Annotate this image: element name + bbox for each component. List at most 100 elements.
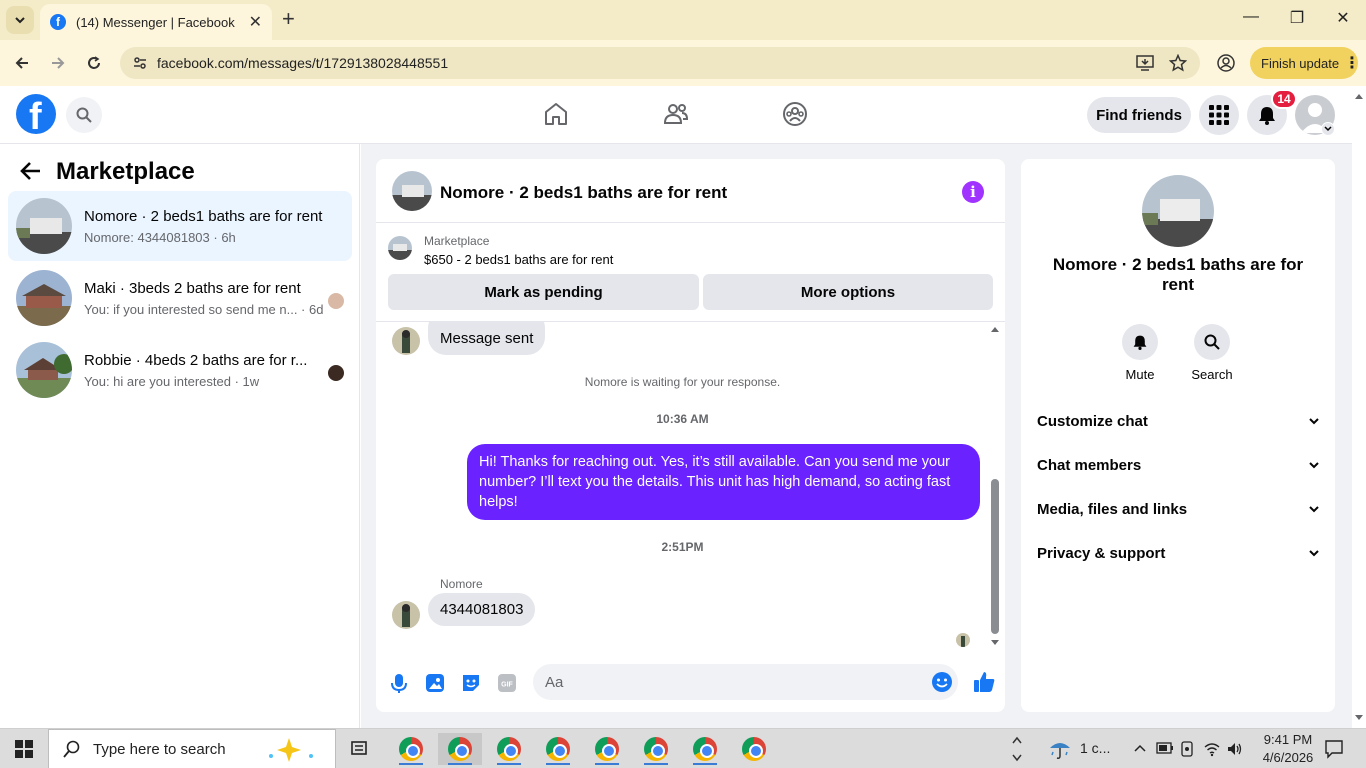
friends-icon: [663, 104, 689, 124]
taskbar-scroll-icon[interactable]: [1012, 735, 1022, 763]
restore-icon[interactable]: ❐: [1282, 8, 1312, 28]
find-friends-button[interactable]: Find friends: [1087, 97, 1191, 133]
groups-icon: [783, 102, 807, 126]
conversation-item[interactable]: Maki · 3beds 2 baths are for rent You: i…: [8, 263, 352, 333]
bookmark-star-icon[interactable]: [1169, 54, 1187, 72]
menu-button[interactable]: [1199, 95, 1239, 135]
chrome-taskbar-app[interactable]: [487, 733, 531, 765]
conversation-item[interactable]: Robbie · 4beds 2 baths are for r... You:…: [8, 335, 352, 405]
clock-date[interactable]: 4/6/2026: [1258, 750, 1318, 765]
media-files-section[interactable]: Media, files and links: [1037, 489, 1319, 529]
listing-banner: Marketplace $650 - 2 beds1 baths are for…: [376, 224, 1005, 322]
mark-as-pending-button[interactable]: Mark as pending: [388, 274, 699, 310]
chrome-taskbar-app[interactable]: [683, 733, 727, 765]
back-button[interactable]: [10, 51, 34, 75]
account-chevron[interactable]: [1321, 122, 1335, 136]
scrollbar-thumb[interactable]: [991, 479, 999, 634]
mute-button[interactable]: Mute: [1110, 324, 1170, 382]
timestamp: 2:51PM: [661, 540, 704, 554]
facebook-favicon-icon: f: [50, 14, 66, 30]
conversation-snippet: Nomore: 4344081803 · 6h: [84, 230, 236, 245]
chat-members-section[interactable]: Chat members: [1037, 445, 1319, 485]
site-settings-icon[interactable]: [132, 55, 148, 71]
address-bar[interactable]: facebook.com/messages/t/1729138028448551: [120, 47, 1200, 79]
chrome-icon: [595, 737, 619, 761]
battery-icon[interactable]: [1156, 742, 1174, 754]
device-icon[interactable]: [1180, 741, 1194, 757]
chrome-taskbar-app[interactable]: [634, 733, 678, 765]
message-input[interactable]: Aa: [533, 664, 958, 700]
chat-avatar[interactable]: [392, 171, 432, 211]
section-label: Chat members: [1037, 456, 1142, 474]
section-label: Privacy & support: [1037, 544, 1166, 562]
section-label: Customize chat: [1037, 412, 1148, 430]
customize-chat-section[interactable]: Customize chat: [1037, 401, 1319, 441]
tab-search-button[interactable]: [6, 6, 34, 34]
listing-thumbnail: [16, 270, 72, 326]
search-conversation-button[interactable]: Search: [1182, 324, 1242, 382]
conversation-name: Robbie · 4beds 2 baths are for r...: [84, 352, 308, 369]
finish-update-button[interactable]: Finish update ⋮: [1250, 47, 1360, 79]
nav-groups[interactable]: [782, 101, 808, 127]
chrome-taskbar-app[interactable]: [389, 733, 433, 765]
clock-time[interactable]: 9:41 PM: [1258, 732, 1318, 747]
scroll-down-icon[interactable]: [1354, 714, 1364, 722]
weather-rain-icon[interactable]: [1048, 738, 1072, 760]
nav-home[interactable]: [543, 101, 569, 127]
close-tab-icon[interactable]: ✕: [249, 12, 262, 32]
chrome-taskbar-app[interactable]: [585, 733, 629, 765]
show-hidden-icons-icon[interactable]: [1134, 743, 1146, 753]
volume-icon[interactable]: [1226, 741, 1244, 757]
message-composer: GIF Aa: [376, 652, 1005, 712]
scroll-up-icon[interactable]: [990, 325, 1000, 333]
facebook-header: f Find friends 14: [0, 86, 1352, 144]
chrome-icon: [399, 737, 423, 761]
grid-menu-icon: [1209, 105, 1229, 125]
chat-title[interactable]: Nomore · 2 beds1 baths are for rent: [440, 183, 727, 203]
sender-avatar: [392, 327, 420, 355]
bell-icon: [1259, 107, 1275, 125]
microphone-icon[interactable]: [388, 672, 410, 694]
sticker-icon[interactable]: [460, 672, 482, 694]
browser-tab[interactable]: f (14) Messenger | Facebook ✕: [40, 4, 272, 40]
wifi-icon[interactable]: [1204, 741, 1220, 757]
page-scrollbar[interactable]: [1352, 86, 1366, 728]
profile-icon[interactable]: [1216, 53, 1236, 73]
start-button[interactable]: [0, 729, 48, 768]
notification-center-icon[interactable]: [1324, 739, 1344, 759]
nav-friends[interactable]: [663, 101, 689, 127]
close-window-icon[interactable]: ✕: [1328, 8, 1358, 28]
weather-text[interactable]: 1 c...: [1080, 740, 1110, 756]
gif-icon[interactable]: GIF: [496, 672, 518, 694]
new-tab-button[interactable]: +: [282, 8, 295, 30]
scroll-down-icon[interactable]: [990, 639, 1000, 647]
task-view-button[interactable]: [338, 733, 382, 765]
privacy-support-section[interactable]: Privacy & support: [1037, 533, 1319, 573]
chrome-taskbar-app[interactable]: [438, 733, 482, 765]
thumbs-up-icon[interactable]: [972, 670, 996, 694]
chevron-down-icon: [1309, 506, 1319, 513]
emoji-icon[interactable]: [931, 671, 953, 693]
back-button[interactable]: [20, 161, 42, 181]
reload-button[interactable]: [82, 51, 106, 75]
scroll-up-icon[interactable]: [1354, 92, 1364, 100]
minimize-icon[interactable]: —: [1236, 8, 1266, 26]
search-icon: [76, 107, 92, 123]
facebook-logo[interactable]: f: [16, 94, 56, 134]
message-bubble: Message sent: [428, 322, 546, 355]
chevron-down-icon: [1309, 418, 1319, 425]
taskbar-search-box[interactable]: Type here to search: [48, 729, 336, 768]
facebook-search-button[interactable]: [66, 97, 102, 133]
listing-price[interactable]: $650 - 2 beds1 baths are for rent: [424, 252, 613, 267]
photo-icon[interactable]: [424, 672, 446, 694]
chrome-taskbar-app[interactable]: [732, 733, 776, 765]
forward-button[interactable]: [46, 51, 70, 75]
info-icon[interactable]: i: [962, 181, 984, 203]
listing-avatar[interactable]: [1142, 175, 1214, 247]
conversation-item[interactable]: Nomore · 2 beds1 baths are for rent Nomo…: [8, 191, 352, 261]
install-app-icon[interactable]: [1136, 55, 1154, 71]
more-options-button[interactable]: More options: [703, 274, 993, 310]
chrome-taskbar-app[interactable]: [536, 733, 580, 765]
notification-badge: 14: [1271, 89, 1297, 109]
conversation-snippet: You: hi are you interested · 1w: [84, 374, 260, 389]
